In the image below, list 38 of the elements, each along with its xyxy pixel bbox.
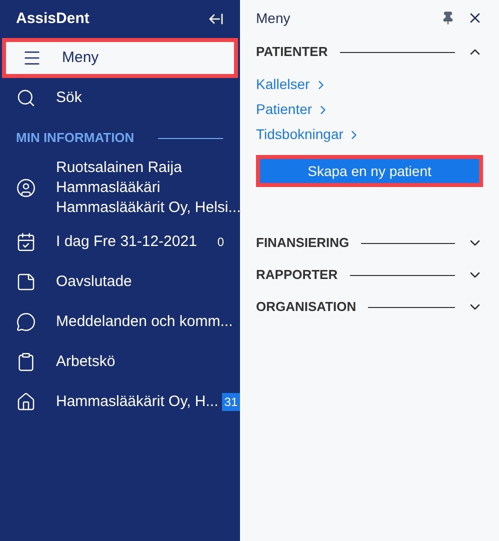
info-text: Hammaslääkäri [56,178,162,198]
section-heading: MIN INFORMATION [16,129,134,148]
note-icon [16,272,36,292]
info-item[interactable]: Hammaslääkärit Oy, H... 31 [0,382,240,422]
info-text: Ruotsalainen Raija [56,158,183,178]
search-icon [16,88,36,108]
section-heading: ORGANISATION [256,298,356,316]
menu-link[interactable]: Kallelser [256,72,328,97]
nav-item[interactable]: Meny [2,38,238,78]
chat-bubble-icon [16,312,36,332]
info-text: Meddelanden och komm... [56,312,233,332]
pin-icon[interactable] [441,11,455,25]
info-item[interactable]: Ruotsalainen Raija Hammaslääkäri Hammaslääkärit Oy, Helsi... [0,154,240,222]
clipboard-icon [16,352,36,372]
house-icon [16,392,36,412]
info-text: Hammaslääkärit Oy, H... [56,392,218,412]
user-icon [16,178,36,198]
menu-link[interactable]: Tidsbokningar [256,122,362,147]
info-text: Hammaslääkärit Oy, Helsi... [56,198,241,218]
collapse-icon[interactable] [208,11,224,27]
info-item[interactable]: Meddelanden och komm... [0,302,240,342]
section-heading: FINANSIERING [256,234,350,252]
count-badge: 31 [222,393,240,411]
section-heading: PATIENTER [256,43,328,62]
nav-item[interactable]: Sök [0,78,240,118]
count-text: 0 [217,234,224,251]
app-title: AssisDent [16,8,90,29]
panel-title: Meny [256,8,290,28]
info-item[interactable]: Oavslutade [0,262,240,302]
section-heading: RAPPORTER [256,266,338,284]
info-item[interactable]: Arbetskö [0,342,240,382]
create-patient-button[interactable]: Skapa en ny patient [256,155,483,187]
menu-link[interactable]: Patienter [256,97,330,122]
info-text: Oavslutade [56,272,133,292]
calendar-check-icon [16,232,36,252]
info-text: I dag Fre 31-12-2021 [56,232,198,252]
info-text: Arbetskö [56,352,116,372]
info-item[interactable]: I dag Fre 31-12-2021 0 [0,222,240,262]
